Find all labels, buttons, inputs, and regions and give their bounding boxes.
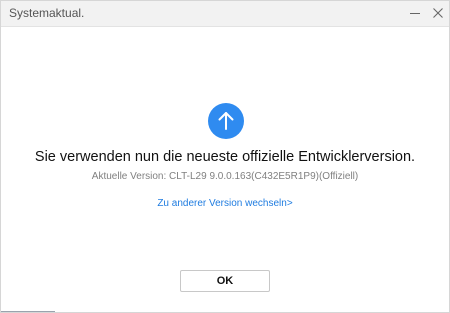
window-title: Systemaktual. <box>9 6 85 20</box>
close-button[interactable] <box>429 4 447 22</box>
close-icon <box>433 8 443 18</box>
minimize-icon <box>410 13 420 14</box>
current-version-text: Aktuelle Version: CLT-L29 9.0.0.163(C432… <box>91 171 359 182</box>
switch-version-link[interactable]: Zu anderer Version wechseln> <box>1 198 449 209</box>
ok-button[interactable]: OK <box>180 270 270 292</box>
dialog-content: Sie verwenden nun die neueste offizielle… <box>1 27 449 312</box>
arrow-up-circle-icon <box>208 103 244 139</box>
update-dialog: Systemaktual. Sie verwenden nun die neue… <box>0 0 450 313</box>
minimize-button[interactable] <box>406 4 424 22</box>
bottom-edge-divider <box>1 311 55 312</box>
title-bar: Systemaktual. <box>1 1 449 27</box>
status-headline: Sie verwenden nun die neueste offizielle… <box>34 149 416 165</box>
